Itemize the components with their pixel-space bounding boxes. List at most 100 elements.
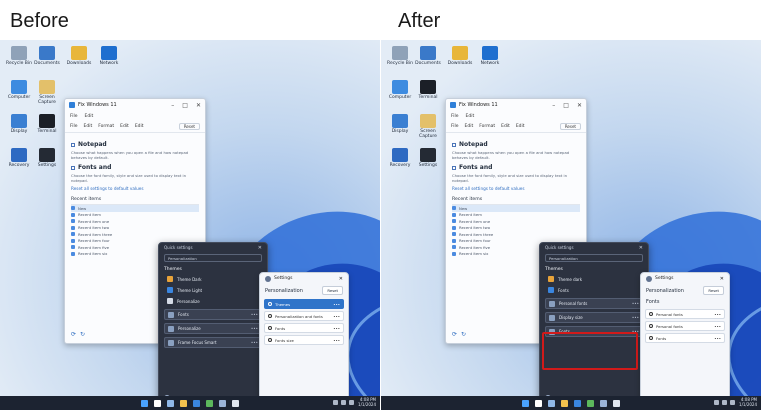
file-explorer-icon[interactable] [180, 399, 187, 407]
close-icon[interactable]: ✕ [339, 276, 343, 282]
flyout-item[interactable]: Personalize ••• [164, 323, 262, 334]
desktop-icon[interactable]: Downloads [62, 46, 96, 66]
more-icon[interactable]: ••• [632, 315, 639, 320]
file-explorer-icon[interactable] [561, 399, 568, 407]
reset-link[interactable]: Reset all settings to default values [452, 186, 580, 191]
store-icon[interactable] [206, 399, 213, 407]
flyout-item[interactable]: Theme Dark [164, 274, 262, 284]
volume-icon[interactable] [341, 400, 346, 405]
more-icon[interactable]: ••• [714, 336, 721, 341]
sync-icon[interactable]: ⟳ [452, 331, 457, 338]
desktop-icon[interactable]: Documents [411, 46, 445, 66]
desktop-icon[interactable]: Network [473, 46, 507, 66]
more-icon[interactable]: ••• [333, 326, 340, 331]
start-icon[interactable] [522, 399, 529, 407]
store-icon[interactable] [587, 399, 594, 407]
settings-row[interactable]: Personal fonts ••• [645, 321, 725, 331]
toolbar-item[interactable]: Edit [120, 124, 129, 129]
volume-icon[interactable] [722, 400, 727, 405]
sync-icon[interactable]: ⟳ [71, 331, 76, 338]
toolbar-item[interactable]: Edit [501, 124, 510, 129]
settings-row[interactable]: Personalization and fonts ••• [264, 311, 344, 321]
browser-icon[interactable] [574, 399, 581, 407]
mail-icon[interactable] [600, 399, 607, 407]
mail-icon[interactable] [219, 399, 226, 407]
toolbar-item[interactable]: File [451, 124, 459, 129]
start-icon[interactable] [141, 399, 148, 407]
more-icon[interactable]: ••• [333, 302, 340, 307]
desktop-icon[interactable]: Documents [30, 46, 64, 66]
more-icon[interactable]: ••• [251, 340, 258, 345]
reset-button[interactable]: Reset [322, 286, 343, 295]
maximize-icon[interactable]: □ [563, 102, 569, 109]
wifi-icon[interactable] [714, 400, 719, 405]
menu-item[interactable]: File [70, 114, 78, 119]
battery-icon[interactable] [349, 400, 354, 405]
task-view-icon[interactable] [548, 399, 555, 407]
browser-icon[interactable] [193, 399, 200, 407]
settings-icon[interactable] [232, 399, 239, 407]
flyout-item[interactable]: Theme dark [545, 274, 643, 284]
close-icon[interactable]: ✕ [639, 245, 643, 251]
wifi-icon[interactable] [333, 400, 338, 405]
desktop-icon[interactable]: Screen Capture [30, 80, 64, 105]
close-icon[interactable]: ✕ [577, 102, 582, 109]
close-icon[interactable]: ✕ [258, 245, 262, 251]
search-icon[interactable] [535, 399, 542, 407]
minimize-icon[interactable]: – [552, 102, 555, 109]
flyout-item[interactable]: Frame Focus Smart ••• [164, 337, 262, 348]
desktop-icon[interactable]: Settings [30, 148, 64, 168]
toolbar-item[interactable]: Edit [465, 124, 474, 129]
more-icon[interactable]: ••• [714, 324, 721, 329]
settings-row[interactable]: Themes ••• [264, 299, 344, 309]
more-icon[interactable]: ••• [714, 312, 721, 317]
clock[interactable]: 4:08 PM 1/1/2024 [739, 397, 757, 407]
desktop-icon[interactable]: Network [92, 46, 126, 66]
flyout-item[interactable]: Display size ••• [545, 312, 643, 323]
task-view-icon[interactable] [167, 399, 174, 407]
maximize-icon[interactable]: □ [182, 102, 188, 109]
settings-icon[interactable] [613, 399, 620, 407]
settings-row[interactable]: Fonts size ••• [264, 335, 344, 345]
flyout-item[interactable]: Fonts ••• [164, 309, 262, 320]
refresh-icon[interactable]: ↻ [80, 331, 85, 338]
desktop-icon[interactable]: Screen Capture [411, 114, 445, 139]
toolbar-item[interactable]: Edit [84, 124, 93, 129]
more-icon[interactable]: ••• [251, 312, 258, 317]
menu-item[interactable]: File [451, 114, 459, 119]
flyout-search-input[interactable]: Personalization [164, 254, 262, 262]
more-icon[interactable]: ••• [333, 338, 340, 343]
settings-row[interactable]: Fonts ••• [264, 323, 344, 333]
reset-button[interactable]: Reset [559, 123, 581, 130]
desktop-icon[interactable]: Settings [411, 148, 445, 168]
toolbar-item[interactable]: File [70, 124, 78, 129]
more-icon[interactable]: ••• [333, 314, 340, 319]
desktop-icon[interactable]: Downloads [443, 46, 477, 66]
menu-item[interactable]: Edit [466, 114, 475, 119]
flyout-item[interactable]: Theme Light [164, 285, 262, 295]
settings-row[interactable]: Fonts ••• [645, 333, 725, 343]
flyout-search-input[interactable]: Personalization [545, 254, 643, 262]
close-icon[interactable]: ✕ [720, 276, 724, 282]
menu-item[interactable]: Edit [85, 114, 94, 119]
clock[interactable]: 4:08 PM 1/1/2024 [358, 397, 376, 407]
flyout-item[interactable]: Fonts [545, 285, 643, 295]
more-icon[interactable]: ••• [251, 326, 258, 331]
search-icon[interactable] [154, 399, 161, 407]
flyout-item[interactable]: Personal fonts ••• [545, 298, 643, 309]
flyout-item[interactable]: Personalize [164, 296, 262, 306]
battery-icon[interactable] [730, 400, 735, 405]
minimize-icon[interactable]: – [171, 102, 174, 109]
window-titlebar[interactable]: Fix Windows 11 – □ ✕ [65, 99, 205, 111]
reset-button[interactable]: Reset [703, 286, 724, 295]
window-titlebar[interactable]: Fix Windows 11 – □ ✕ [446, 99, 586, 111]
desktop-icon[interactable]: Terminal [411, 80, 445, 100]
settings-row[interactable]: Personal fonts ••• [645, 309, 725, 319]
close-icon[interactable]: ✕ [196, 102, 201, 109]
desktop-icon[interactable]: Terminal [30, 114, 64, 134]
reset-link[interactable]: Reset all settings to default values [71, 186, 199, 191]
toolbar-item[interactable]: Format [479, 124, 495, 129]
reset-button[interactable]: Reset [178, 123, 200, 130]
refresh-icon[interactable]: ↻ [461, 331, 466, 338]
toolbar-item[interactable]: Edit [516, 124, 525, 129]
